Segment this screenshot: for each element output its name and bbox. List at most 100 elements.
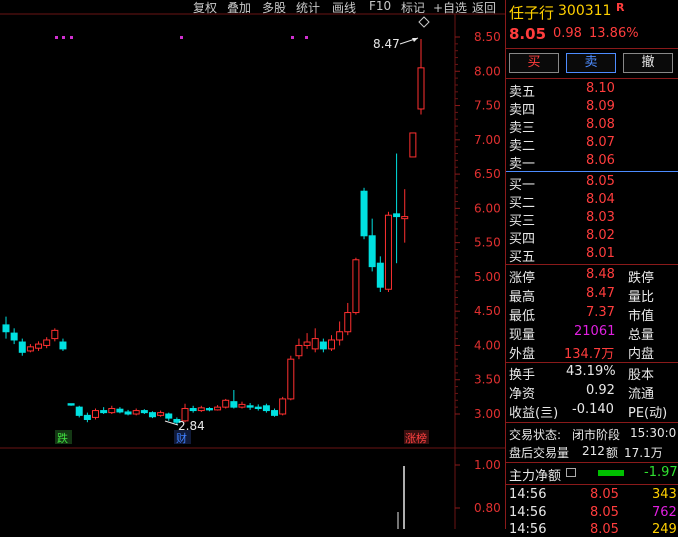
candle-body — [148, 412, 156, 418]
candle-body — [59, 341, 67, 350]
tick-price: 8.05 — [590, 487, 619, 502]
candle-body — [26, 346, 34, 352]
bid-price[interactable]: 8.01 — [586, 246, 615, 261]
candle-body — [108, 408, 116, 414]
candle-body — [75, 406, 83, 416]
fund-value: 43.19% — [566, 364, 616, 379]
flow-bar — [598, 470, 624, 476]
ask-price[interactable]: 8.09 — [586, 99, 615, 114]
stat-value: 7.37 — [586, 305, 615, 320]
price-tick-label: 3.00 — [474, 407, 501, 421]
candle-body — [2, 324, 10, 333]
stock-code: 300311 — [558, 3, 612, 19]
candle-body — [384, 214, 392, 290]
main-flow-value: -1.97 — [644, 465, 678, 480]
fund-value: -0.140 — [572, 402, 614, 417]
event-tag-3[interactable]: 涨榜 — [405, 431, 427, 445]
stat-label: 总量 — [628, 328, 655, 343]
price-tick-label: 7.00 — [474, 133, 501, 147]
stock-name: 任子行 — [509, 4, 555, 22]
toolbar-back[interactable]: 返回 — [472, 0, 496, 16]
candle-body — [67, 403, 75, 406]
tick-time: 14:56 — [509, 487, 547, 502]
high-label: 8.47 — [373, 37, 400, 51]
toolbar-overlay[interactable]: 叠加 — [227, 0, 251, 16]
candle-body — [360, 190, 368, 237]
price-tick-label: 8.50 — [474, 30, 501, 44]
bid-price[interactable]: 8.03 — [586, 210, 615, 225]
price-axis: 8.50 8.00 7.50 7.00 6.50 6.00 5.50 5.00 4.50 4.00… — [455, 30, 501, 421]
candle-body — [376, 262, 384, 288]
volume-tick-label: 0.80 — [474, 501, 501, 515]
main-flow-label: 主力净额 — [509, 469, 562, 484]
divider — [506, 48, 678, 49]
candle-body — [132, 410, 140, 415]
bid-label: 买四 — [509, 232, 536, 247]
toolbar-statistics[interactable]: 统计 — [296, 0, 320, 16]
price-change: 0.98 — [553, 26, 582, 41]
tick-time: 14:56 — [509, 522, 547, 537]
buy-button[interactable]: 买 — [509, 53, 559, 73]
candle-body — [336, 331, 344, 341]
candle-body — [18, 341, 26, 353]
bid-label: 买二 — [509, 196, 536, 211]
stat-value: 8.48 — [586, 267, 615, 282]
kline-chart[interactable]: 8.50 8.00 7.50 7.00 6.50 6.00 5.50 5.00 4.50 4.00… — [0, 0, 505, 529]
fund-label: 换手 — [509, 368, 536, 383]
fund-label: 收益(亖) — [509, 406, 559, 421]
event-tag-1[interactable]: 跌 — [57, 431, 68, 445]
toolbar-draw-line[interactable]: 画线 — [332, 0, 356, 16]
ask-label: 卖一 — [509, 157, 536, 172]
candle-body — [409, 132, 417, 158]
candle-body — [262, 405, 270, 412]
ask-label: 卖四 — [509, 103, 536, 118]
divider — [506, 264, 678, 265]
divider — [506, 362, 678, 363]
after-hours-amount-label: 额 — [606, 446, 619, 460]
price-tick-label: 6.50 — [474, 167, 501, 181]
last-price: 8.05 — [509, 25, 547, 43]
toolbar-f10[interactable]: F10 — [369, 0, 391, 13]
fund-label: PE(动) — [628, 406, 668, 421]
toolbar-mark[interactable]: 标记 — [401, 0, 425, 16]
divider — [506, 422, 678, 423]
candle-body — [157, 412, 165, 416]
bid-price[interactable]: 8.05 — [586, 174, 615, 189]
after-hours-label: 盘后交易量 — [509, 446, 570, 460]
tick-price: 8.05 — [590, 505, 619, 520]
candle-body — [189, 408, 197, 412]
candle-body — [417, 67, 425, 110]
trade-state-label: 交易状态: — [509, 428, 562, 442]
candle-body — [393, 213, 401, 218]
tick-volume: 762 — [652, 505, 677, 520]
bid-price[interactable]: 8.04 — [586, 192, 615, 207]
candle-body — [352, 259, 360, 314]
divider — [506, 484, 678, 485]
sell-button[interactable]: 卖 — [566, 53, 616, 73]
ask-price[interactable]: 8.10 — [586, 81, 615, 96]
event-tag-2[interactable]: 财 — [176, 431, 187, 445]
stat-label: 外盘 — [509, 347, 536, 362]
stat-label: 市值 — [628, 309, 655, 324]
divider — [506, 462, 678, 463]
toolbar-restore-rights[interactable]: 复权 — [193, 0, 217, 16]
ask-price[interactable]: 8.07 — [586, 135, 615, 150]
stat-value: 134.7万 — [564, 347, 615, 362]
bid-price[interactable]: 8.02 — [586, 228, 615, 243]
ask-price[interactable]: 8.06 — [586, 153, 615, 168]
stat-label: 量比 — [628, 290, 655, 305]
cancel-button[interactable]: 撤 — [623, 53, 673, 73]
stat-value: 21061 — [574, 324, 616, 339]
diamond-icon[interactable] — [418, 16, 430, 28]
candle-body — [254, 406, 262, 410]
candle-body — [327, 339, 335, 350]
price-tick-label: 5.50 — [474, 236, 501, 250]
trade-state-value: 闭市阶段 — [572, 428, 621, 442]
toolbar-multi-stock[interactable]: 多股 — [262, 0, 286, 16]
candle-body — [230, 401, 238, 408]
ask-label: 卖三 — [509, 121, 536, 136]
candle-body — [344, 312, 352, 333]
toolbar-add-watchlist[interactable]: +自选 — [433, 0, 467, 16]
ask-price[interactable]: 8.08 — [586, 117, 615, 132]
list-icon[interactable] — [566, 468, 576, 477]
